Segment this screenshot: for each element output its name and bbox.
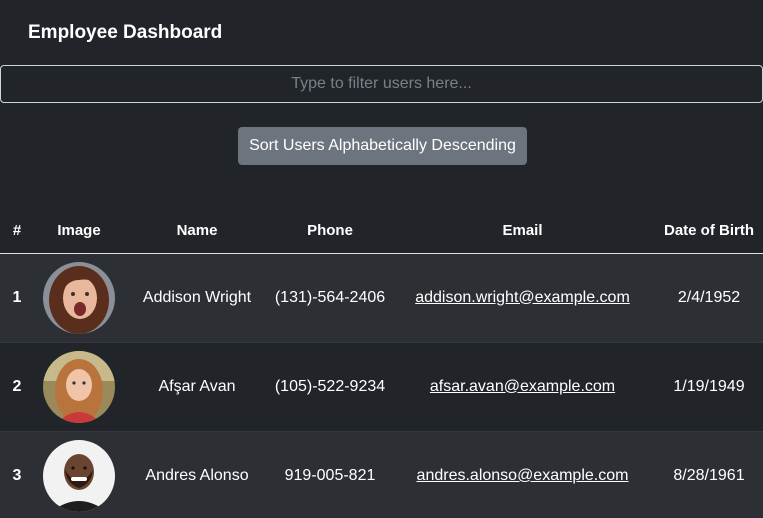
- row-phone: (105)-522-9234: [270, 341, 390, 431]
- table-header-row: # Image Name Phone Email Date of Birth: [0, 190, 763, 254]
- employee-dashboard: Employee Dashboard Sort Users Alphabetic…: [0, 0, 763, 518]
- column-header-image: Image: [34, 190, 124, 254]
- row-dob: 1/19/1949: [655, 341, 763, 431]
- column-header-email: Email: [390, 190, 655, 254]
- row-email-cell: addison.wright@example.com: [390, 252, 655, 342]
- page-title: Employee Dashboard: [28, 22, 223, 43]
- row-email-cell: afsar.avan@example.com: [390, 341, 655, 431]
- table-row: 3 Andres Alonso 919-005-821 andres.alons…: [0, 430, 763, 518]
- column-header-name: Name: [124, 190, 270, 254]
- sort-users-button[interactable]: Sort Users Alphabetically Descending: [238, 127, 527, 165]
- row-number: 3: [0, 430, 34, 518]
- row-email-link[interactable]: afsar.avan@example.com: [430, 378, 615, 395]
- row-dob: 2/4/1952: [655, 252, 763, 342]
- column-header-phone: Phone: [270, 190, 390, 254]
- row-name: Afşar Avan: [124, 341, 270, 431]
- row-dob: 8/28/1961: [655, 430, 763, 518]
- row-email-cell: andres.alonso@example.com: [390, 430, 655, 518]
- users-table: # Image Name Phone Email Date of Birth 1: [0, 190, 763, 518]
- filter-users-input[interactable]: [0, 65, 763, 103]
- row-email-link[interactable]: addison.wright@example.com: [415, 289, 630, 306]
- column-header-number: #: [0, 190, 34, 254]
- avatar: [43, 350, 115, 423]
- avatar: [43, 261, 115, 334]
- row-name: Andres Alonso: [124, 430, 270, 518]
- column-header-dob: Date of Birth: [655, 190, 763, 254]
- row-number: 1: [0, 252, 34, 342]
- row-phone: 919-005-821: [270, 430, 390, 518]
- table-row: 1 Addison Wright (131)-564-2406 addison.…: [0, 252, 763, 342]
- avatar: [43, 439, 115, 512]
- row-phone: (131)-564-2406: [270, 252, 390, 342]
- row-name: Addison Wright: [124, 252, 270, 342]
- row-image-cell: [34, 252, 124, 342]
- row-number: 2: [0, 341, 34, 431]
- row-image-cell: [34, 341, 124, 431]
- table-row: 2 Afşar Avan (105)-522-9234 afsar.avan@e…: [0, 341, 763, 431]
- row-image-cell: [34, 430, 124, 518]
- row-email-link[interactable]: andres.alonso@example.com: [417, 467, 629, 484]
